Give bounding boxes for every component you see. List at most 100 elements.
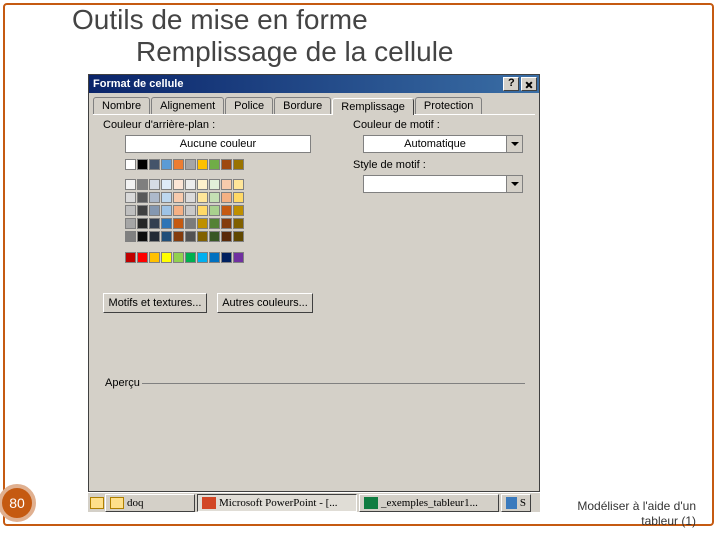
color-swatch[interactable]: [149, 159, 160, 170]
color-swatch[interactable]: [161, 218, 172, 229]
color-swatch[interactable]: [197, 252, 208, 263]
color-swatch[interactable]: [209, 205, 220, 216]
color-swatch[interactable]: [185, 205, 196, 216]
color-swatch[interactable]: [197, 192, 208, 203]
color-swatch[interactable]: [185, 231, 196, 242]
color-swatch[interactable]: [161, 252, 172, 263]
color-swatch[interactable]: [125, 205, 136, 216]
tab-font[interactable]: Police: [225, 97, 273, 114]
color-swatch[interactable]: [209, 218, 220, 229]
taskbar: doq Microsoft PowerPoint - [... _exemple…: [88, 492, 540, 512]
dialog-titlebar[interactable]: Format de cellule: [89, 75, 539, 93]
color-swatch[interactable]: [221, 159, 232, 170]
color-swatch[interactable]: [209, 179, 220, 190]
color-swatch[interactable]: [149, 218, 160, 229]
tab-fill[interactable]: Remplissage: [332, 98, 414, 115]
color-swatch[interactable]: [125, 252, 136, 263]
tab-alignment[interactable]: Alignement: [151, 97, 224, 114]
pattern-style-combo[interactable]: [363, 175, 523, 193]
color-swatch[interactable]: [125, 231, 136, 242]
color-swatch[interactable]: [221, 231, 232, 242]
color-swatch[interactable]: [137, 218, 148, 229]
color-swatch[interactable]: [233, 192, 244, 203]
chevron-down-icon[interactable]: [506, 176, 522, 192]
pattern-color-label: Couleur de motif :: [353, 119, 440, 131]
color-swatch[interactable]: [137, 252, 148, 263]
color-swatch[interactable]: [233, 252, 244, 263]
color-swatch[interactable]: [233, 231, 244, 242]
dialog-title: Format de cellule: [93, 78, 183, 90]
color-swatch[interactable]: [185, 159, 196, 170]
color-swatch[interactable]: [137, 159, 148, 170]
color-swatch[interactable]: [149, 252, 160, 263]
slide-title-1: Outils de mise en forme: [72, 4, 368, 36]
color-swatch[interactable]: [125, 179, 136, 190]
color-swatch[interactable]: [173, 252, 184, 263]
folder-icon: [90, 497, 104, 509]
color-swatch[interactable]: [233, 179, 244, 190]
taskbar-item-1[interactable]: doq: [105, 494, 195, 512]
color-swatch[interactable]: [221, 179, 232, 190]
color-swatch[interactable]: [197, 205, 208, 216]
color-swatch[interactable]: [173, 231, 184, 242]
color-row: [125, 231, 244, 242]
color-swatch[interactable]: [221, 252, 232, 263]
color-swatch[interactable]: [161, 179, 172, 190]
color-swatch[interactable]: [137, 205, 148, 216]
color-swatch[interactable]: [209, 252, 220, 263]
color-row: [125, 179, 244, 190]
color-swatch[interactable]: [149, 231, 160, 242]
color-swatch[interactable]: [197, 159, 208, 170]
color-swatch[interactable]: [185, 192, 196, 203]
color-swatch[interactable]: [221, 205, 232, 216]
folder-icon: [110, 497, 124, 509]
color-swatch[interactable]: [185, 252, 196, 263]
color-swatch[interactable]: [233, 205, 244, 216]
color-swatch[interactable]: [161, 192, 172, 203]
color-swatch[interactable]: [161, 231, 172, 242]
color-swatch[interactable]: [149, 205, 160, 216]
color-swatch[interactable]: [173, 218, 184, 229]
pattern-color-combo[interactable]: Automatique: [363, 135, 523, 153]
more-colors-button[interactable]: Autres couleurs...: [217, 293, 313, 313]
color-swatch[interactable]: [149, 179, 160, 190]
color-swatch[interactable]: [233, 159, 244, 170]
color-swatch[interactable]: [125, 159, 136, 170]
taskbar-item-3[interactable]: _exemples_tableur1...: [359, 494, 499, 512]
color-swatch[interactable]: [221, 192, 232, 203]
color-swatch[interactable]: [173, 192, 184, 203]
color-swatch[interactable]: [185, 179, 196, 190]
help-button[interactable]: [503, 77, 519, 91]
chevron-down-icon[interactable]: [506, 136, 522, 152]
color-swatch[interactable]: [137, 179, 148, 190]
color-swatch[interactable]: [197, 218, 208, 229]
dialog-tabs: Nombre Alignement Police Bordure Remplis…: [89, 93, 539, 114]
tab-number[interactable]: Nombre: [93, 97, 150, 114]
fill-effects-button[interactable]: Motifs et textures...: [103, 293, 207, 313]
color-swatch[interactable]: [209, 192, 220, 203]
color-swatch[interactable]: [209, 159, 220, 170]
tab-protection[interactable]: Protection: [415, 97, 483, 114]
color-swatch[interactable]: [185, 218, 196, 229]
color-swatch[interactable]: [125, 218, 136, 229]
color-swatch[interactable]: [233, 218, 244, 229]
color-swatch[interactable]: [209, 231, 220, 242]
color-swatch[interactable]: [161, 159, 172, 170]
taskbar-item-4[interactable]: S: [501, 494, 531, 512]
color-swatch[interactable]: [161, 205, 172, 216]
color-swatch[interactable]: [173, 179, 184, 190]
close-button[interactable]: [521, 77, 537, 91]
taskbar-item-2[interactable]: Microsoft PowerPoint - [...: [197, 494, 357, 512]
color-swatch[interactable]: [173, 205, 184, 216]
no-color-button[interactable]: Aucune couleur: [125, 135, 311, 153]
color-row: [125, 159, 244, 170]
color-swatch[interactable]: [137, 192, 148, 203]
color-swatch[interactable]: [137, 231, 148, 242]
color-swatch[interactable]: [197, 179, 208, 190]
color-swatch[interactable]: [221, 218, 232, 229]
color-swatch[interactable]: [149, 192, 160, 203]
color-swatch[interactable]: [173, 159, 184, 170]
tab-border[interactable]: Bordure: [274, 97, 331, 114]
color-swatch[interactable]: [197, 231, 208, 242]
color-swatch[interactable]: [125, 192, 136, 203]
